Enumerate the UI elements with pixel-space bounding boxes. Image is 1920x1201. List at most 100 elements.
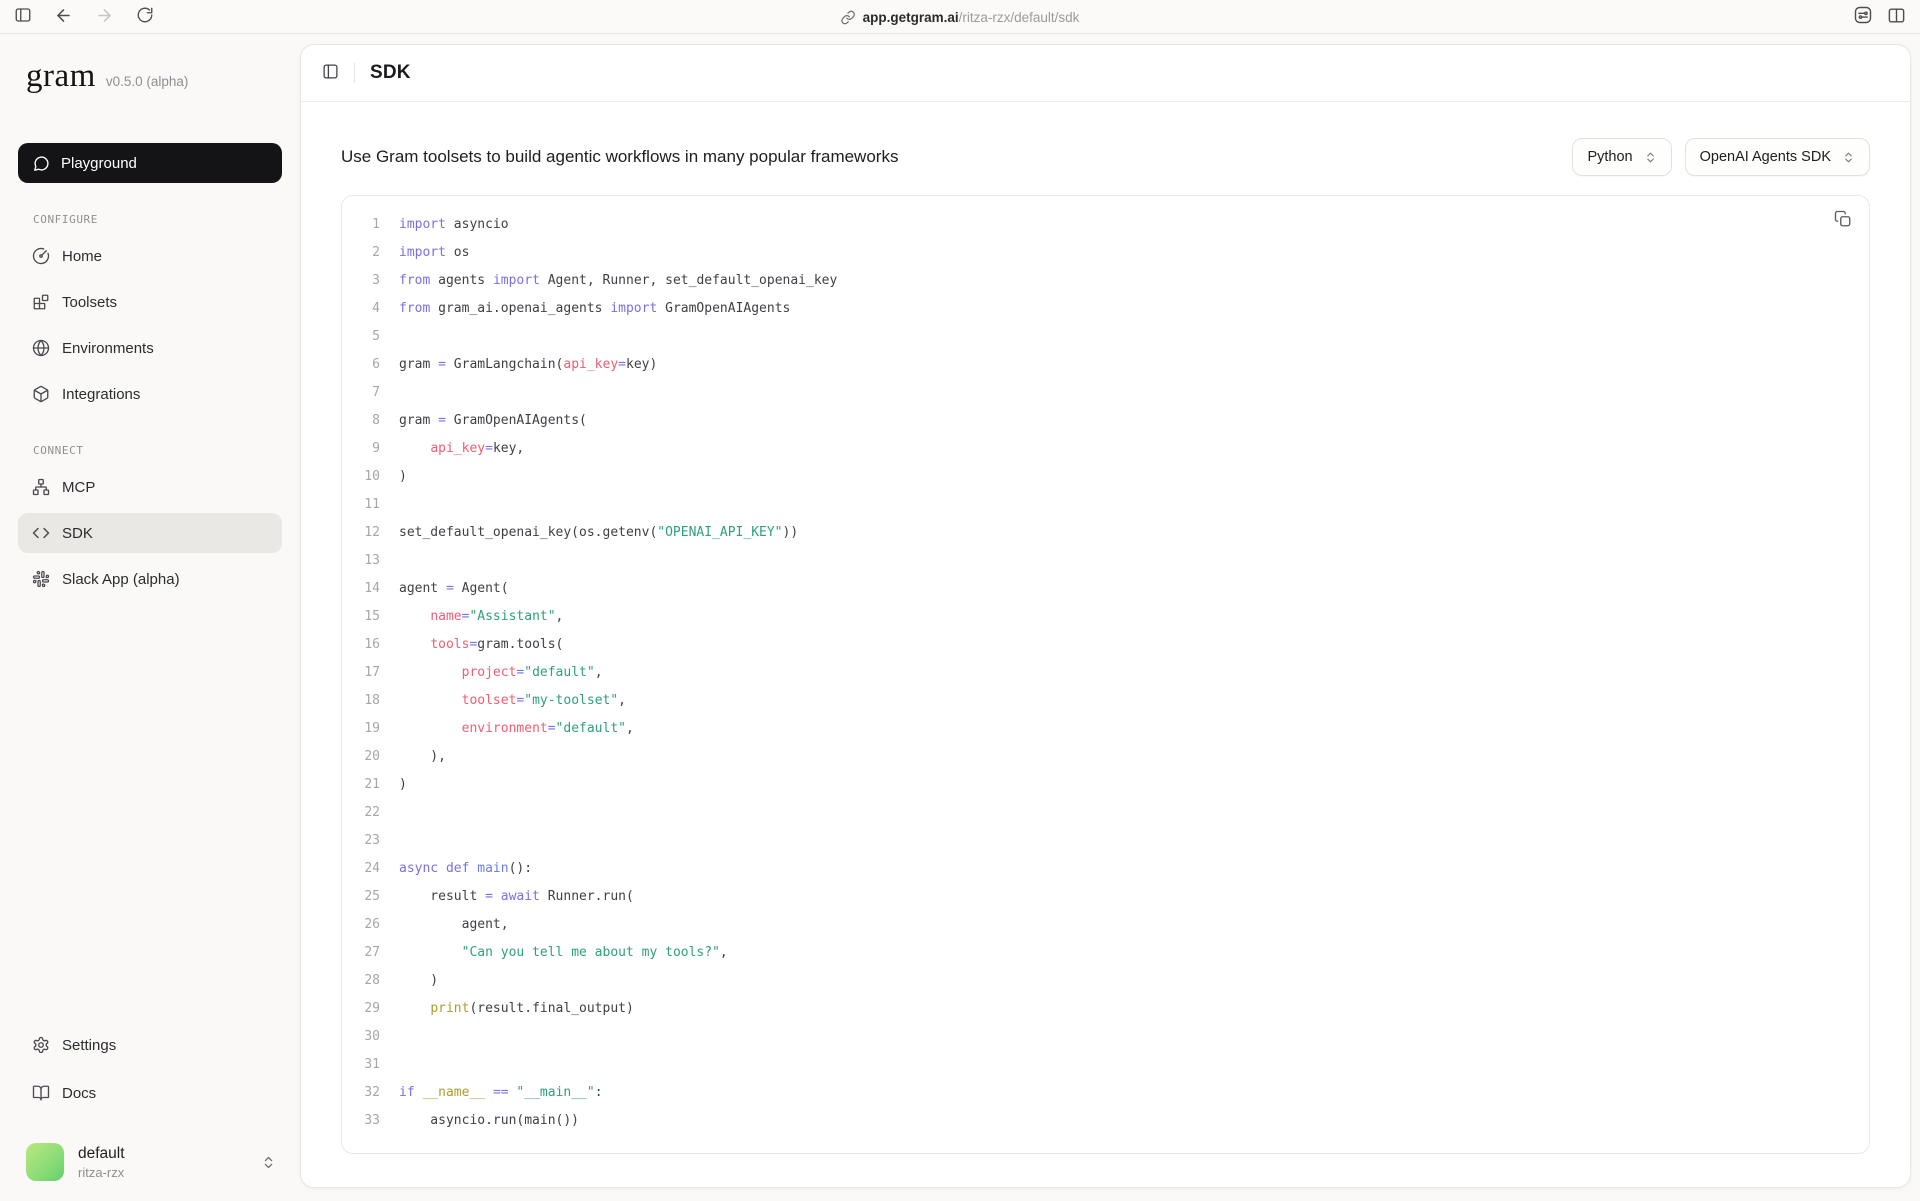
code-line: 4from gram_ai.openai_agents import GramO… [342,295,1869,323]
code-line: 26 agent, [342,911,1869,939]
chevrons-up-down-icon [261,1155,276,1170]
sidebar-item-label: Integrations [62,386,140,403]
header-divider [354,63,355,83]
code-text: tools=gram.tools( [399,631,563,659]
code-text: project="default", [399,659,603,687]
copy-icon [1834,210,1852,228]
sidebar-item-home[interactable]: Home [18,236,282,276]
line-number: 5 [342,323,380,351]
panel-toggle-button[interactable] [322,63,339,83]
browser-back-button[interactable] [54,6,73,28]
language-select[interactable]: Python [1572,138,1671,176]
browser-reload-button[interactable] [136,6,154,27]
code-line: 27 "Can you tell me about my tools?", [342,939,1869,967]
code-line: 21) [342,771,1869,799]
code-text: api_key=key, [399,435,524,463]
project-avatar [26,1143,64,1181]
sidebar: gram v0.5.0 (alpha) Playground CONFIGURE… [0,34,300,1201]
framework-select[interactable]: OpenAI Agents SDK [1685,138,1870,176]
line-number: 9 [342,435,380,463]
code-text: import asyncio [399,211,509,239]
page-header: SDK [301,45,1910,102]
url-bar[interactable]: app.getgram.ai/ritza-rzx/default/sdk [841,0,1080,34]
url-path: /ritza-rzx/default/sdk [959,10,1080,25]
reload-icon [136,6,154,24]
sidebar-item-integrations[interactable]: Integrations [18,374,282,414]
line-number: 28 [342,967,380,995]
sidebar-item-mcp[interactable]: MCP [18,467,282,507]
playground-button[interactable]: Playground [18,143,282,183]
code-text: toolset="my-toolset", [399,687,626,715]
code-line: 15 name="Assistant", [342,603,1869,631]
sidebar-item-slack-app[interactable]: Slack App (alpha) [18,559,282,599]
arrow-left-icon [54,6,73,25]
code-line: 10) [342,463,1869,491]
code-line: 1import asyncio [342,211,1869,239]
url-host: app.getgram.ai [863,10,959,25]
line-number: 31 [342,1051,380,1079]
project-switcher[interactable]: default ritza-rzx [18,1143,282,1185]
code-line: 28 ) [342,967,1869,995]
code-line: 6gram = GramLangchain(api_key=key) [342,351,1869,379]
line-number: 14 [342,575,380,603]
sidebar-item-docs[interactable]: Docs [18,1073,282,1113]
code-listing: 1import asyncio2 import os3from agents im… [342,211,1869,1135]
code-line: 3from agents import Agent, Runner, set_d… [342,267,1869,295]
code-text: name="Assistant", [399,603,563,631]
sidebar-item-sdk[interactable]: SDK [18,513,282,553]
playground-button-label: Playground [61,155,137,172]
copy-code-button[interactable] [1834,210,1852,231]
sidebar-item-label: MCP [62,479,95,496]
code-icon [32,524,50,542]
code-text: ) [399,771,407,799]
toolbar: Use Gram toolsets to build agentic workf… [341,138,1870,176]
code-text: import os [399,239,469,267]
line-number: 24 [342,855,380,883]
reader-settings-button[interactable] [1853,5,1873,28]
line-number: 15 [342,603,380,631]
code-text: set_default_openai_key(os.getenv("OPENAI… [399,519,798,547]
sidebar-item-toolsets[interactable]: Toolsets [18,282,282,322]
sidebar-item-label: Docs [62,1085,96,1102]
browser-forward-button[interactable] [95,6,114,28]
section-label: CONNECT [33,444,282,457]
split-view-button[interactable] [1887,6,1906,28]
code-text: from gram_ai.openai_agents import GramOp… [399,295,790,323]
line-number: 10 [342,463,380,491]
browser-sidebar-toggle-button[interactable] [14,6,32,27]
code-text: asyncio.run(main()) [399,1107,579,1135]
line-number: 8 [342,407,380,435]
line-number: 20 [342,743,380,771]
code-line: 31 [342,1051,1869,1079]
main-panel: SDK Use Gram toolsets to build agentic w… [300,44,1911,1188]
line-number: 26 [342,911,380,939]
line-number: 7 [342,379,380,407]
line-number: 33 [342,1107,380,1135]
code-text: environment="default", [399,715,634,743]
line-number: 17 [342,659,380,687]
code-line: 20 ), [342,743,1869,771]
code-line: 7 [342,379,1869,407]
line-number: 21 [342,771,380,799]
slack-icon [32,570,50,588]
version-label: v0.5.0 (alpha) [106,74,189,89]
link-icon [841,10,856,25]
line-number: 30 [342,1023,380,1051]
sidebar-item-environments[interactable]: Environments [18,328,282,368]
panel-left-icon [14,6,32,24]
code-text: result = await Runner.run( [399,883,634,911]
sidebar-nav: CONFIGUREHomeToolsetsEnvironmentsIntegra… [18,183,282,605]
sidebar-item-settings[interactable]: Settings [18,1025,282,1065]
line-number: 13 [342,547,380,575]
project-org: ritza-rzx [78,1165,125,1180]
split-view-icon [1887,6,1906,25]
code-line: 11 [342,491,1869,519]
code-line: 29 print(result.final_output) [342,995,1869,1023]
line-number: 2 [342,239,380,267]
line-number: 3 [342,267,380,295]
book-icon [32,1084,50,1102]
gram-logo: gram [26,58,96,95]
line-number: 18 [342,687,380,715]
code-line: 5 [342,323,1869,351]
code-line: 33 asyncio.run(main()) [342,1107,1869,1135]
